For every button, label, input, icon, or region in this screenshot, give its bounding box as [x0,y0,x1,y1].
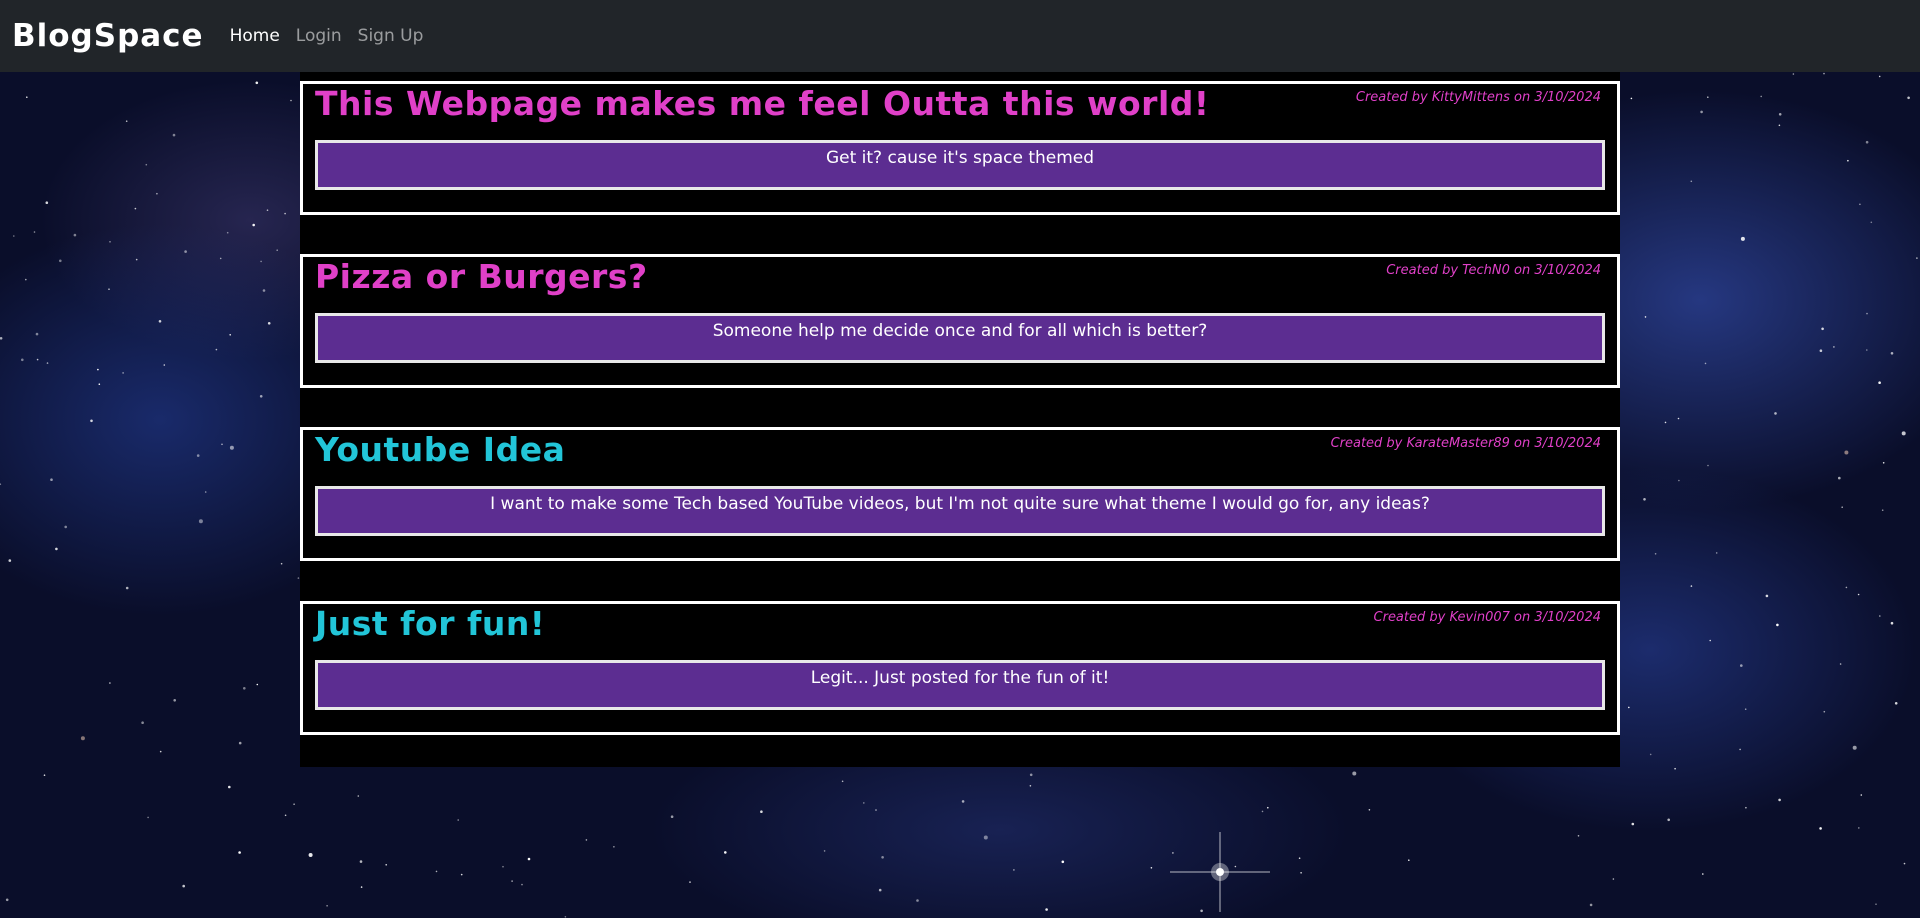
post-meta: Created by KittyMittens on 3/10/2024 [1355,90,1601,105]
post-body: Get it? cause it's space themed [315,140,1605,190]
post-title[interactable]: Pizza or Burgers? [315,257,648,296]
post-card[interactable]: Pizza or Burgers? Created by TechN0 on 3… [300,254,1620,388]
nav-link-login[interactable]: Login [296,26,342,46]
nav-link-home[interactable]: Home [230,26,280,46]
post-body: I want to make some Tech based YouTube v… [315,486,1605,536]
nav-link-signup[interactable]: Sign Up [358,26,424,46]
post-body: Someone help me decide once and for all … [315,313,1605,363]
post-card[interactable]: Just for fun! Created by Kevin007 on 3/1… [300,601,1620,735]
brand-logo[interactable]: BlogSpace [12,18,204,54]
navbar: BlogSpace Home Login Sign Up [0,0,1920,72]
post-meta: Created by TechN0 on 3/10/2024 [1386,263,1601,278]
post-meta: Created by Kevin007 on 3/10/2024 [1373,610,1601,625]
post-card[interactable]: Youtube Idea Created by KarateMaster89 o… [300,427,1620,561]
post-title[interactable]: Just for fun! [315,604,545,643]
post-meta: Created by KarateMaster89 on 3/10/2024 [1330,436,1601,451]
post-body: Legit... Just posted for the fun of it! [315,660,1605,710]
post-card[interactable]: This Webpage makes me feel Outta this wo… [300,81,1620,215]
post-title[interactable]: Youtube Idea [315,430,565,469]
posts-container: This Webpage makes me feel Outta this wo… [300,72,1620,767]
post-title[interactable]: This Webpage makes me feel Outta this wo… [315,84,1209,123]
